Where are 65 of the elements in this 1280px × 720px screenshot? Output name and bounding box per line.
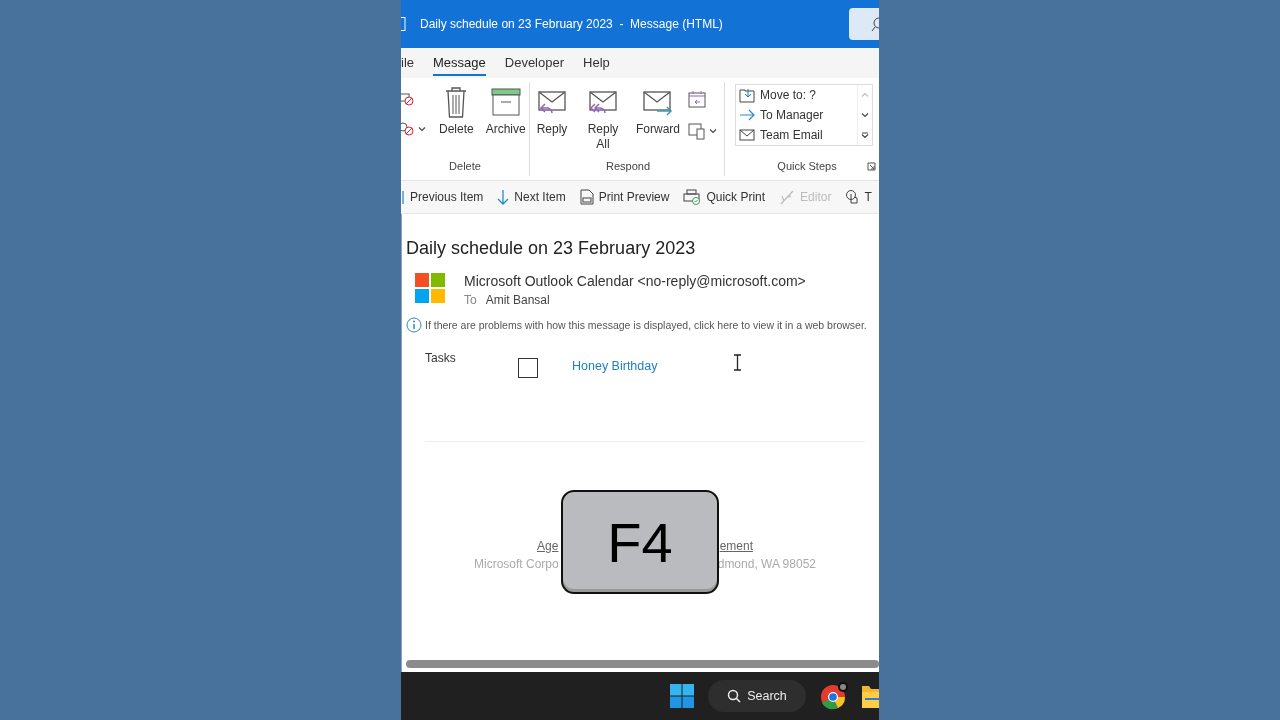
quick-step[interactable]: Move to: ? [739,85,854,105]
print-preview-icon [579,189,594,205]
recipient: Amit Bansal [485,293,550,307]
blocked-envelope-icon[interactable] [401,92,415,106]
quick-step[interactable]: Team Email [739,125,854,145]
search-field[interactable] [849,8,879,40]
folder-icon[interactable] [862,684,879,708]
group-label: Delete [449,160,481,172]
search-icon [871,17,879,31]
toolbar-button[interactable]: T [845,189,872,205]
scrollbar-thumb[interactable] [406,660,879,668]
info-icon [406,317,422,333]
move-folder-icon [739,87,755,103]
microsoft-logo-icon [415,273,445,303]
group-label: Respond [605,160,650,172]
trash-icon [444,86,469,118]
group-label: Quick Steps [777,160,837,172]
scroll-down-icon[interactable] [861,112,869,118]
footer-address: Microsoft Corpo [474,557,559,571]
reply-button[interactable]: Reply [532,82,572,156]
footer-link[interactable]: Age [537,539,559,553]
printer-icon [683,189,702,205]
expand-gallery-icon[interactable] [861,132,869,138]
document-icon [401,17,406,31]
window-title: Daily schedule on 23 February 2023 - Message (HTML) [420,17,723,31]
archive-box-icon [490,88,521,116]
footer-address: dmond, WA 98052 [717,557,816,571]
taskbar-search[interactable]: Search [708,680,806,712]
info-bar-text[interactable]: If there are problems with how this message is displayed, click here to view it in a web browser. [425,319,867,331]
ribbon-tab[interactable]: ile [401,50,414,76]
footer-link[interactable]: ement [719,539,753,553]
toolbar-button[interactable]: Previous Item [401,190,484,204]
down-arrow-icon [497,189,510,205]
hand-pointer-icon [845,189,860,205]
toolbar-button[interactable]: Print Preview [579,189,670,205]
message-subject: Daily schedule on 23 February 2023 [406,238,697,259]
toolbar-button[interactable]: Quick Print [683,189,766,205]
reply-all-button[interactable]: Reply All [580,82,626,156]
caret-icon[interactable] [418,126,426,132]
browser-icon[interactable] [820,682,850,710]
start-button-icon[interactable] [670,684,694,708]
forward-button[interactable]: Forward [634,82,680,156]
devices-icon[interactable] [688,122,706,140]
task-checkbox[interactable] [518,358,538,378]
ribbon-tab[interactable]: Help [583,50,610,76]
tasks-label: Tasks [425,351,457,365]
envelope-icon [739,129,755,141]
task-link[interactable]: Honey Birthday [572,359,879,373]
ribbon-tab[interactable]: Message [433,50,486,76]
blocked-user-icon[interactable] [401,122,415,136]
to-label: To [464,293,477,307]
text-cursor-icon [733,354,742,371]
pen-icon [779,189,796,205]
calendar-icon[interactable] [688,90,706,108]
keyboard-key: F4 [561,490,719,594]
toolbar-button[interactable]: Next Item [497,189,566,205]
quick-step[interactable]: To Manager [739,105,854,125]
right-arrow-icon [739,109,755,121]
search-icon [727,689,742,703]
delete-button[interactable]: Delete [437,82,476,156]
caret-icon[interactable] [709,128,717,134]
dialog-launcher-icon[interactable] [867,162,876,171]
ribbon-tab[interactable]: Developer [504,50,565,76]
archive-button[interactable]: Archive [483,82,528,156]
sender: Microsoft Outlook Calendar <no-reply@microsoft.com> [464,273,806,289]
